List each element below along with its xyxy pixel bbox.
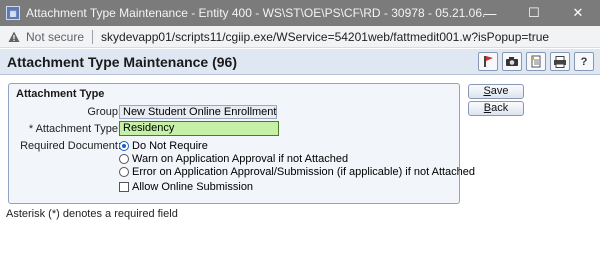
url-text[interactable]: skydevapp01/scripts11/cgiip.exe/WService…: [101, 30, 571, 44]
close-button[interactable]: ✕: [556, 0, 600, 26]
panel-title: Attachment Type: [16, 88, 105, 100]
address-divider: [92, 29, 94, 44]
attachment-type-label: * Attachment Type:: [28, 123, 121, 135]
app-icon: ▦: [6, 6, 20, 20]
window-controls: — ☐ ✕: [468, 0, 600, 26]
radio-error-on-approval[interactable]: [119, 167, 129, 177]
group-field: New Student Online Enrollment: [119, 105, 277, 119]
toolbar: ?: [478, 52, 594, 71]
radio-do-not-require[interactable]: [119, 141, 129, 151]
page-title: Attachment Type Maintenance (96): [7, 54, 238, 70]
help-icon[interactable]: ?: [574, 52, 594, 71]
required-document-label: Required Document:: [20, 140, 121, 152]
save-accelerator: S: [483, 85, 491, 97]
allow-online-checkbox[interactable]: [119, 182, 129, 192]
minimize-button[interactable]: —: [468, 0, 512, 26]
maximize-button[interactable]: ☐: [512, 0, 556, 26]
save-label: ave: [490, 85, 509, 97]
attachment-type-input[interactable]: Residency: [119, 121, 279, 136]
group-label: Group:: [87, 106, 121, 118]
alert-icon[interactable]: [478, 52, 498, 71]
option-error-on-approval[interactable]: Error on Application Approval/Submission…: [119, 166, 475, 178]
allow-online-label: Allow Online Submission: [132, 181, 254, 193]
print-icon[interactable]: [550, 52, 570, 71]
allow-online-submission[interactable]: Allow Online Submission: [119, 181, 253, 193]
back-accelerator: B: [483, 102, 492, 114]
page-header: Attachment Type Maintenance (96) ?: [0, 49, 600, 75]
window-title: Attachment Type Maintenance - Entity 400…: [26, 6, 486, 20]
address-bar: Not secure skydevapp01/scripts11/cgiip.e…: [0, 26, 600, 48]
save-button[interactable]: Save: [468, 84, 524, 99]
option-label: Warn on Application Approval if not Atta…: [132, 153, 349, 165]
notes-icon[interactable]: [526, 52, 546, 71]
option-do-not-require[interactable]: Do Not Require: [119, 140, 208, 152]
option-label: Error on Application Approval/Submission…: [132, 166, 476, 178]
warning-icon[interactable]: [8, 31, 20, 43]
attachment-type-panel: Attachment Type Group: New Student Onlin…: [8, 83, 475, 204]
window-titlebar: ▦ Attachment Type Maintenance - Entity 4…: [0, 0, 600, 26]
back-button[interactable]: Back: [468, 101, 524, 116]
required-field-note: Asterisk (*) denotes a required field: [6, 208, 178, 220]
option-label: Do Not Require: [132, 140, 208, 152]
security-status[interactable]: Not secure: [26, 30, 84, 44]
radio-warn-on-approval[interactable]: [119, 154, 129, 164]
option-warn-on-approval[interactable]: Warn on Application Approval if not Atta…: [119, 153, 348, 165]
camera-icon[interactable]: [502, 52, 522, 71]
back-label: ack: [491, 102, 509, 114]
